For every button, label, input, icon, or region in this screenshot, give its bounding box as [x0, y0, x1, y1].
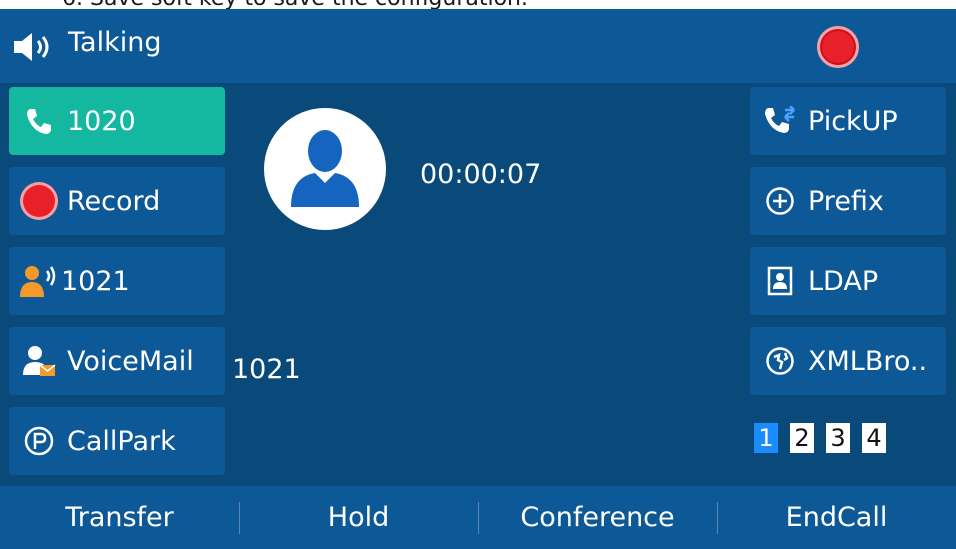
softkey-bar: Transfer Hold Conference EndCall: [0, 486, 956, 549]
contact-avatar: [264, 108, 386, 230]
record-icon: [17, 179, 61, 223]
record-indicator-icon: [817, 26, 859, 68]
page-button-4[interactable]: 4: [862, 423, 886, 453]
pickup-icon: [758, 99, 802, 143]
dss-key-label: PickUP: [808, 105, 898, 137]
voicemail-contact-icon: [17, 339, 61, 383]
endcall-softkey[interactable]: EndCall: [717, 486, 956, 549]
line-key-1021[interactable]: 1021: [9, 247, 225, 315]
remote-party-number: 1021: [232, 354, 301, 385]
document-caption: 6. Save soft key to save the configurati…: [0, 0, 956, 11]
dss-key-label: Prefix: [808, 185, 884, 217]
line-key-label: CallPark: [67, 425, 176, 457]
page-button-3[interactable]: 3: [826, 423, 850, 453]
page-button-2[interactable]: 2: [790, 423, 814, 453]
dss-key-prefix[interactable]: Prefix: [750, 167, 946, 235]
conference-softkey[interactable]: Conference: [478, 486, 717, 549]
parking-icon: [17, 419, 61, 463]
line-key-label: Record: [67, 185, 161, 217]
line-key-record[interactable]: Record: [9, 167, 225, 235]
globe-icon: [758, 339, 802, 383]
dss-key-ldap[interactable]: LDAP: [750, 247, 946, 315]
line-key-callpark[interactable]: CallPark: [9, 407, 225, 475]
hold-softkey[interactable]: Hold: [239, 486, 478, 549]
line-key-label: 1021: [61, 265, 130, 297]
status-bar: Talking: [0, 9, 956, 83]
dss-key-label: XMLBro..: [808, 345, 928, 377]
line-key-1020[interactable]: 1020: [9, 87, 225, 155]
line-key-voicemail[interactable]: VoiceMail: [9, 327, 225, 395]
page-indicator: 1 2 3 4: [754, 423, 886, 453]
phone-screen: Talking 1020 Record 1021 VoiceMail CallP…: [0, 9, 956, 549]
phone-handset-icon: [17, 99, 61, 143]
page-button-1[interactable]: 1: [754, 423, 778, 453]
call-status-title: Talking: [68, 27, 162, 58]
plus-circle-icon: [758, 179, 802, 223]
speaker-icon: [12, 31, 60, 67]
line-key-label: VoiceMail: [67, 345, 194, 377]
line-key-label: 1020: [67, 105, 136, 137]
dss-key-label: LDAP: [808, 265, 879, 297]
directory-icon: [758, 259, 802, 303]
call-timer: 00:00:07: [420, 159, 542, 190]
dss-key-xmlbrowser[interactable]: XMLBro..: [750, 327, 946, 395]
dss-key-pickup[interactable]: PickUP: [750, 87, 946, 155]
person-icon: [285, 125, 365, 213]
transfer-softkey[interactable]: Transfer: [0, 486, 239, 549]
contact-speaking-icon: [17, 259, 61, 303]
